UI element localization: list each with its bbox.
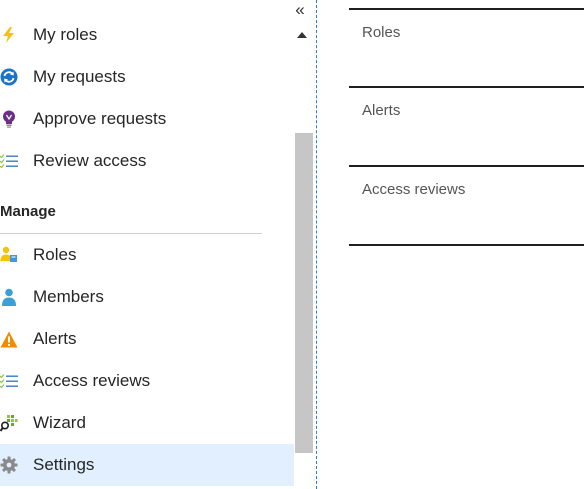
nav-item-roles[interactable]: Roles — [0, 234, 294, 276]
blade-divider — [316, 0, 317, 489]
wizard-icon — [0, 414, 18, 432]
gear-icon — [0, 456, 18, 474]
card-title: Alerts — [362, 102, 401, 119]
checklist-icon — [0, 152, 18, 170]
card-title: Roles — [362, 24, 401, 41]
overview-panel: Roles Alerts Access reviews — [349, 0, 584, 489]
card-access-reviews[interactable]: Access reviews — [349, 165, 584, 245]
nav-item-approve-requests[interactable]: Approve requests — [0, 98, 294, 140]
warning-icon — [0, 330, 18, 348]
card-title: Access reviews — [362, 181, 466, 198]
section-title-manage: Manage — [0, 203, 56, 220]
scrollbar-thumb[interactable] — [295, 133, 313, 453]
roles-icon — [0, 246, 18, 264]
nav-item-label: Roles — [33, 245, 77, 264]
nav-item-label: Review access — [33, 151, 147, 170]
sync-icon — [0, 68, 18, 86]
nav-item-label: Settings — [33, 455, 95, 474]
nav-item-label: My roles — [33, 25, 98, 44]
lightbulb-icon — [0, 110, 18, 128]
card-divider — [349, 244, 584, 246]
scroll-up-arrow-icon[interactable] — [297, 32, 307, 38]
nav-item-label: Members — [33, 287, 104, 306]
left-navigation: My roles My requests Approve requests Re… — [0, 0, 294, 489]
nav-item-access-reviews[interactable]: Access reviews — [0, 360, 294, 402]
card-roles[interactable]: Roles — [349, 8, 584, 88]
nav-item-alerts[interactable]: Alerts — [0, 318, 294, 360]
nav-item-review-access[interactable]: Review access — [0, 140, 294, 182]
nav-item-my-roles[interactable]: My roles — [0, 14, 294, 56]
nav-item-label: Alerts — [33, 329, 77, 348]
nav-item-label: Approve requests — [33, 109, 167, 128]
nav-item-label: Wizard — [33, 413, 86, 432]
nav-item-label: Access reviews — [33, 371, 151, 390]
pim-blade: My roles My requests Approve requests Re… — [0, 0, 584, 489]
nav-item-label: My requests — [33, 67, 126, 86]
nav-item-settings[interactable]: Settings — [0, 444, 294, 486]
nav-item-wizard[interactable]: Wizard — [0, 402, 294, 444]
nav-item-members[interactable]: Members — [0, 276, 294, 318]
member-icon — [0, 288, 18, 306]
lightning-icon — [0, 26, 18, 44]
nav-item-my-requests[interactable]: My requests — [0, 56, 294, 98]
checklist-icon — [0, 372, 18, 390]
card-alerts[interactable]: Alerts — [349, 86, 584, 166]
collapse-menu-button[interactable]: « — [292, 0, 308, 20]
